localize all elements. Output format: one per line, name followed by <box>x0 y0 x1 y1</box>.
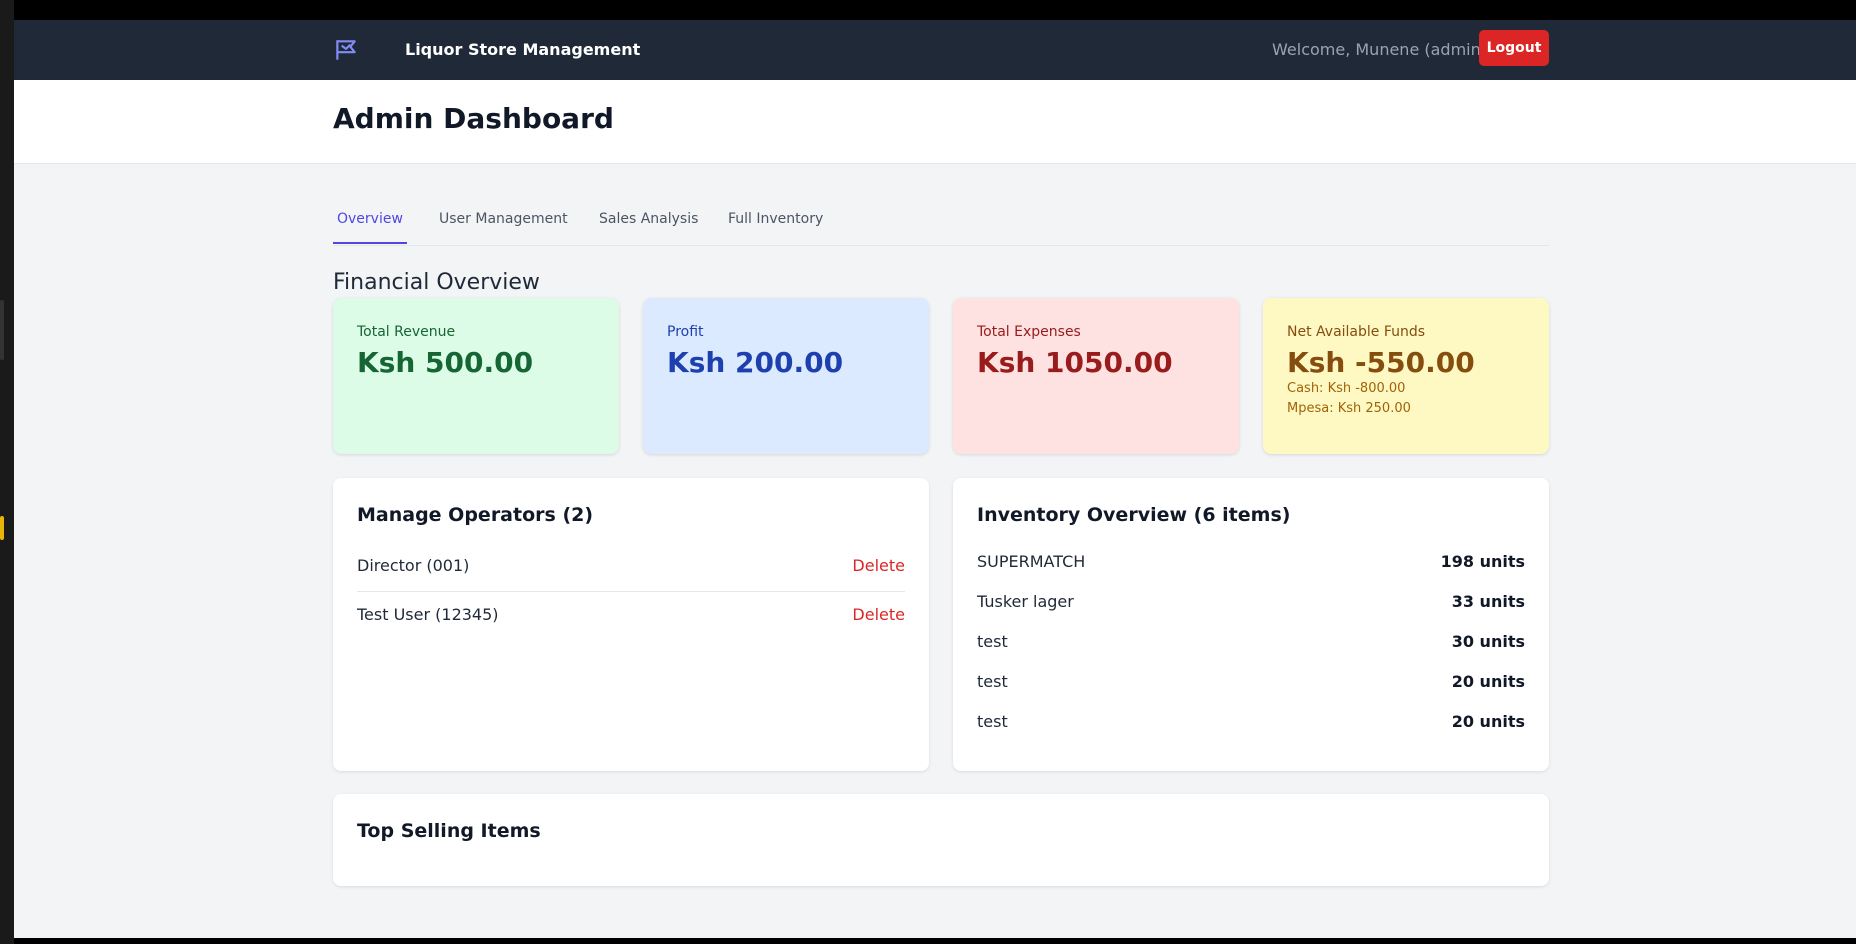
item-quantity: 30 units <box>1451 632 1525 651</box>
item-name: test <box>977 712 1008 731</box>
operator-name: Test User (12345) <box>357 605 499 624</box>
item-name: Tusker lager <box>977 592 1074 611</box>
inventory-row: test 30 units <box>977 624 1525 664</box>
bottle-flag-icon[interactable] <box>333 37 359 63</box>
card-label: Profit <box>667 324 704 340</box>
tab-overview[interactable]: Overview <box>333 200 407 244</box>
total-revenue-card: Total Revenue Ksh 500.00 <box>333 298 619 454</box>
financial-overview-title: Financial Overview <box>333 270 540 295</box>
item-name: SUPERMATCH <box>977 552 1086 571</box>
total-expenses-card: Total Expenses Ksh 1050.00 <box>953 298 1239 454</box>
manage-operators-panel: Manage Operators (2) Director (001) Dele… <box>333 478 929 771</box>
top-navbar: Liquor Store Management Welcome, Munene … <box>14 20 1856 80</box>
operators-title: Manage Operators (2) <box>357 504 594 526</box>
top-selling-title: Top Selling Items <box>357 820 541 842</box>
card-value: Ksh 200.00 <box>667 346 844 379</box>
top-selling-panel: Top Selling Items <box>333 794 1549 886</box>
delete-operator-button[interactable]: Delete <box>852 556 905 575</box>
item-quantity: 198 units <box>1440 552 1525 571</box>
inventory-row: test 20 units <box>977 704 1525 744</box>
welcome-text: Welcome, Munene (admin) <box>1272 40 1487 59</box>
card-label: Net Available Funds <box>1287 324 1426 340</box>
card-label: Total Revenue <box>357 324 456 340</box>
inventory-row: test 20 units <box>977 664 1525 704</box>
page-title: Admin Dashboard <box>333 102 614 135</box>
card-value: Ksh 1050.00 <box>977 346 1173 379</box>
inventory-title: Inventory Overview (6 items) <box>977 504 1291 526</box>
tab-sales-analysis[interactable]: Sales Analysis <box>595 200 702 244</box>
inventory-overview-panel: Inventory Overview (6 items) SUPERMATCH … <box>953 478 1549 771</box>
logout-button[interactable]: Logout <box>1479 30 1549 66</box>
delete-operator-button[interactable]: Delete <box>852 605 905 624</box>
operator-row: Test User (12345) Delete <box>357 593 905 641</box>
profit-card: Profit Ksh 200.00 <box>643 298 929 454</box>
card-value: Ksh 500.00 <box>357 346 534 379</box>
cash-balance: Cash: Ksh -800.00 <box>1287 381 1406 396</box>
mpesa-balance: Mpesa: Ksh 250.00 <box>1287 401 1411 416</box>
item-quantity: 20 units <box>1451 712 1525 731</box>
item-quantity: 33 units <box>1451 592 1525 611</box>
operator-row: Director (001) Delete <box>357 544 905 592</box>
item-name: test <box>977 632 1008 651</box>
card-label: Total Expenses <box>977 324 1081 340</box>
operator-name: Director (001) <box>357 556 470 575</box>
strip-indicator <box>0 516 4 540</box>
inventory-row: Tusker lager 33 units <box>977 584 1525 624</box>
tab-bar: Overview User Management Sales Analysis … <box>333 200 1549 246</box>
inventory-row: SUPERMATCH 198 units <box>977 544 1525 584</box>
app-brand[interactable]: Liquor Store Management <box>405 37 640 63</box>
item-quantity: 20 units <box>1451 672 1525 691</box>
page-header: Admin Dashboard <box>14 80 1856 164</box>
tab-user-management[interactable]: User Management <box>435 200 572 244</box>
card-value: Ksh -550.00 <box>1287 346 1475 379</box>
net-funds-card: Net Available Funds Ksh -550.00 Cash: Ks… <box>1263 298 1549 454</box>
side-strip <box>0 0 14 944</box>
item-name: test <box>977 672 1008 691</box>
strip-handle <box>0 300 4 360</box>
browser-viewport: Liquor Store Management Welcome, Munene … <box>14 20 1856 938</box>
tab-full-inventory[interactable]: Full Inventory <box>724 200 827 244</box>
